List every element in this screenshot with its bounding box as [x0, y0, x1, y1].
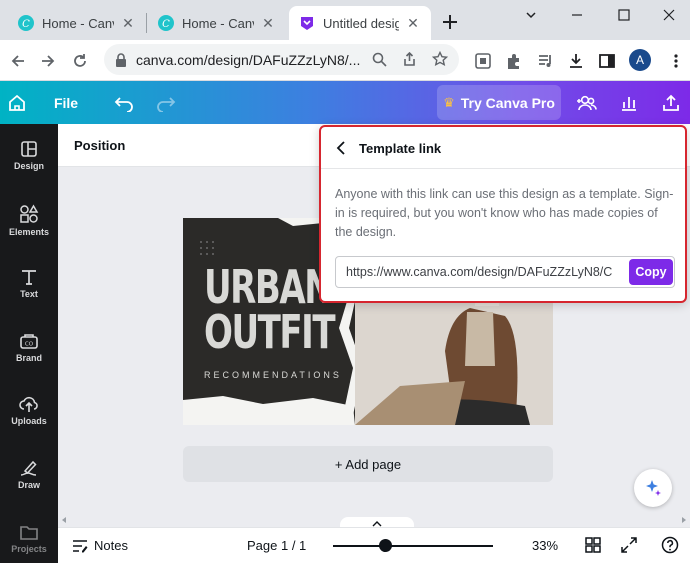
- extensions-puzzle-icon[interactable]: [502, 49, 526, 73]
- sidebar-item-text[interactable]: Text: [0, 268, 58, 328]
- redo-icon[interactable]: [152, 81, 180, 124]
- zoom-magnifier-icon[interactable]: [372, 52, 387, 67]
- reload-icon[interactable]: [68, 49, 92, 73]
- uploads-icon: [19, 396, 38, 412]
- forward-arrow-icon[interactable]: [36, 49, 60, 73]
- fullscreen-icon[interactable]: [621, 537, 637, 553]
- browser-tab-strip: C Home - Canva ✕ C Home - Canva ✕ Untitl…: [0, 0, 690, 40]
- media-queue-icon[interactable]: [534, 49, 558, 73]
- template-link-popup: Template link Anyone with this link can …: [319, 125, 687, 303]
- sidebar-item-elements[interactable]: Elements: [0, 204, 58, 264]
- template-link-field[interactable]: https://www.canva.com/design/DAFuZZzLyN8…: [335, 256, 675, 288]
- sidebar-item-label: Elements: [8, 227, 50, 237]
- magic-assistant-button[interactable]: [634, 469, 672, 507]
- browser-tab[interactable]: C Home - Canva ✕: [8, 6, 146, 40]
- sidebar-item-label: Text: [20, 289, 38, 299]
- notes-icon: [73, 539, 88, 552]
- text-icon: [22, 270, 36, 285]
- page-indicator[interactable]: Page 1 / 1: [247, 538, 306, 553]
- close-tab-icon[interactable]: ✕: [260, 15, 276, 31]
- canva-header: File: [0, 81, 690, 124]
- position-button[interactable]: Position: [74, 138, 125, 153]
- browser-tab-title: Home - Canva: [182, 15, 254, 31]
- svg-text:CO: CO: [25, 342, 34, 348]
- back-chevron-icon[interactable]: [333, 139, 351, 157]
- url-text: canva.com/design/DAFuZZzLyN8/...: [136, 52, 361, 68]
- close-tab-icon[interactable]: ✕: [405, 15, 421, 31]
- editor-sidebar: Design Elements Text CO Brand Uploads Dr…: [0, 124, 58, 563]
- undo-icon[interactable]: [110, 81, 138, 124]
- sidebar-item-brand[interactable]: CO Brand: [0, 332, 58, 392]
- maximize-icon[interactable]: [601, 0, 647, 30]
- address-bar[interactable]: canva.com/design/DAFuZZzLyN8/...: [104, 44, 459, 75]
- side-panel-icon[interactable]: [595, 49, 619, 73]
- tab-divider: [146, 13, 147, 33]
- notes-button[interactable]: Notes: [72, 538, 128, 553]
- canva-favicon-icon: C: [158, 15, 174, 31]
- zoom-level[interactable]: 33%: [532, 538, 558, 553]
- template-link-value[interactable]: https://www.canva.com/design/DAFuZZzLyN8…: [346, 265, 628, 279]
- design-headline: URBAN OUTFIT: [204, 260, 336, 359]
- close-window-icon[interactable]: [646, 0, 690, 30]
- chevron-down-icon[interactable]: [508, 0, 554, 30]
- design-subheading: RECOMMENDATIONS: [204, 370, 342, 380]
- profile-avatar[interactable]: A: [629, 49, 651, 71]
- sidebar-item-uploads[interactable]: Uploads: [0, 395, 58, 455]
- back-arrow-icon[interactable]: [6, 49, 30, 73]
- sidebar-item-projects[interactable]: Projects: [0, 523, 58, 563]
- bookmark-star-icon[interactable]: [432, 51, 448, 67]
- headline-line-1: URBAN: [204, 260, 333, 314]
- popup-description: Anyone with this link can use this desig…: [335, 187, 674, 239]
- copy-button[interactable]: Copy: [629, 259, 673, 285]
- elements-icon: [20, 204, 39, 223]
- lock-icon[interactable]: [114, 52, 128, 68]
- browser-tab-title: Home - Canva: [42, 15, 114, 31]
- sidebar-item-label: Projects: [11, 544, 47, 554]
- file-menu-button[interactable]: File: [46, 81, 86, 124]
- design-icon: [21, 141, 37, 157]
- sidebar-item-design[interactable]: Design: [0, 140, 58, 200]
- sidebar-item-label: Design: [13, 161, 44, 171]
- popup-header: Template link: [321, 127, 685, 169]
- more-options-icon[interactable]: [664, 49, 688, 73]
- projects-icon: [20, 526, 38, 540]
- browser-tab-title: Untitled design: [323, 15, 399, 31]
- svg-text:C: C: [162, 19, 170, 30]
- add-page-button[interactable]: + Add page: [183, 446, 553, 482]
- insights-chart-icon[interactable]: [615, 81, 643, 124]
- sparkle-icon: [646, 480, 661, 496]
- sidebar-item-draw[interactable]: Draw: [0, 459, 58, 519]
- try-canva-pro-button[interactable]: ♛ Try Canva Pro: [437, 85, 561, 120]
- help-icon[interactable]: [661, 536, 679, 554]
- zoom-slider-handle[interactable]: [379, 539, 392, 552]
- try-canva-pro-label: Try Canva Pro: [460, 94, 555, 111]
- share-people-icon[interactable]: [573, 81, 601, 124]
- grid-view-icon[interactable]: [585, 537, 601, 553]
- brand-icon: CO: [20, 334, 38, 349]
- qr-code-icon[interactable]: [471, 49, 495, 73]
- canva-favicon-icon: C: [18, 15, 34, 31]
- canva-design-favicon-icon: [301, 17, 313, 30]
- home-icon[interactable]: [0, 81, 34, 124]
- notes-label: Notes: [94, 538, 128, 553]
- minimize-icon[interactable]: [554, 0, 600, 30]
- new-tab-icon[interactable]: [439, 11, 461, 33]
- browser-tab-active[interactable]: Untitled design ✕: [289, 6, 431, 40]
- sidebar-item-label: Uploads: [11, 416, 47, 426]
- zoom-slider-track[interactable]: [333, 545, 493, 547]
- draw-icon: [20, 460, 37, 476]
- upload-share-icon[interactable]: [657, 81, 685, 124]
- browser-tab[interactable]: C Home - Canva ✕: [148, 6, 286, 40]
- download-icon[interactable]: [564, 49, 588, 73]
- sidebar-item-label: Draw: [17, 480, 40, 490]
- share-icon[interactable]: [402, 52, 417, 67]
- svg-text:C: C: [22, 19, 30, 30]
- close-tab-icon[interactable]: ✕: [120, 15, 136, 31]
- headline-line-2: OUTFIT: [204, 305, 336, 359]
- crown-icon: ♛: [443, 94, 455, 110]
- sidebar-item-label: Brand: [15, 353, 42, 363]
- popup-title: Template link: [359, 141, 442, 156]
